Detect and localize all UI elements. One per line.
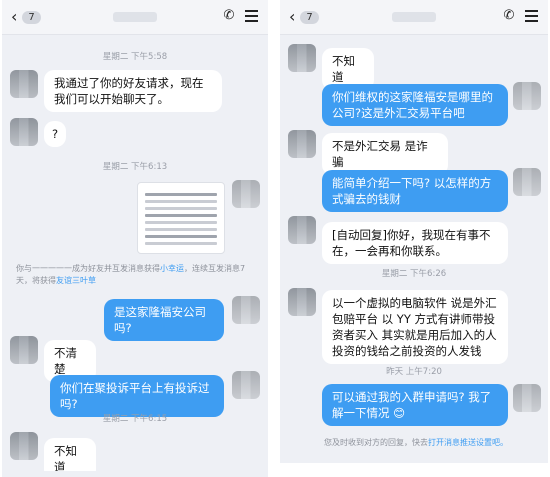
link-clover[interactable]: 友谊三叶草 (56, 276, 96, 285)
message-bubble: [自动回复]你好，我现在有事不在，一会再和你联系。 (322, 222, 508, 264)
avatar[interactable] (288, 130, 316, 158)
chat-header: ‹ 7 ✆ (280, 0, 548, 35)
menu-icon[interactable] (245, 10, 258, 22)
phone-icon[interactable]: ✆ (222, 9, 236, 23)
message-bubble: 以一个虚拟的电脑软件 说是外汇包赔平台 以 YY 方式有讲师带投资者买入 其实就… (322, 290, 508, 364)
back-button[interactable]: ‹ 7 (287, 7, 325, 27)
timestamp: 昨天 上午7:20 (386, 367, 442, 377)
chat-header: ‹ 7 ✆ (2, 0, 268, 35)
system-notice: 您及时收到对方的回复，快去打开消息推送设置吧。 (324, 438, 508, 447)
chat-screen-right: ‹ 7 ✆ 不知道 你们维权的这家隆福安是哪里的公司?这是外汇交易平台吧 不是外… (280, 0, 548, 477)
message-bubble: 不是外汇交易 是诈骗 (322, 133, 448, 175)
avatar[interactable] (513, 384, 541, 412)
avatar[interactable] (10, 432, 38, 460)
message-bubble: 我通过了你的好友请求，现在我们可以开始聊天了。 (44, 70, 222, 112)
message-bubble: 能简单介绍一下吗? 以怎样的方式骗去的钱财 (322, 170, 508, 212)
timestamp: 星期二 下午6:13 (102, 162, 168, 172)
unread-count-badge: 7 (300, 10, 319, 24)
avatar[interactable] (288, 216, 316, 244)
chevron-left-icon: ‹ (289, 7, 296, 26)
avatar[interactable] (288, 288, 316, 316)
avatar[interactable] (513, 82, 541, 110)
timestamp: 星期二 下午6:26 (381, 269, 447, 279)
avatar[interactable] (232, 180, 260, 208)
chat-title-blurred (113, 12, 157, 22)
avatar[interactable] (10, 336, 38, 364)
back-button[interactable]: ‹ 7 (9, 7, 47, 27)
chevron-left-icon: ‹ (11, 7, 18, 26)
message-bubble: 你们维权的这家隆福安是哪里的公司?这是外汇交易平台吧 (322, 84, 508, 126)
timestamp: 星期二 下午5:58 (102, 52, 168, 62)
avatar[interactable] (10, 118, 38, 146)
chat-title-blurred (392, 12, 436, 22)
input-bar-edge (280, 463, 548, 477)
message-bubble: 可以通过我的入群申请吗? 我了解一下情况 😊 (322, 384, 508, 426)
chat-screen-left: ‹ 7 ✆ 星期二 下午5:58 我通过了你的好友请求，现在我们可以开始聊天了。… (2, 0, 268, 477)
message-bubble: 是这家隆福安公司吗? (104, 299, 224, 341)
timestamp: 星期二 下午6:15 (102, 414, 168, 424)
unread-count-badge: 7 (22, 10, 41, 24)
menu-icon[interactable] (525, 10, 538, 22)
avatar[interactable] (288, 44, 316, 72)
avatar[interactable] (513, 168, 541, 196)
phone-icon[interactable]: ✆ (502, 9, 516, 23)
avatar[interactable] (232, 371, 260, 399)
avatar[interactable] (232, 296, 260, 324)
system-notice: 你与一一一一一成为好友并互发消息获得小幸运，连续互发消息7天，将获得友谊三叶草 (16, 264, 246, 285)
message-bubble: 你们在聚投诉平台上有投诉过吗? (50, 375, 224, 417)
image-message[interactable] (137, 182, 225, 254)
message-bubble: ? (44, 121, 66, 147)
link-notification-settings[interactable]: 打开消息推送设置吧。 (428, 438, 508, 447)
avatar[interactable] (10, 70, 38, 98)
link-lucky[interactable]: 小幸运 (160, 264, 184, 273)
